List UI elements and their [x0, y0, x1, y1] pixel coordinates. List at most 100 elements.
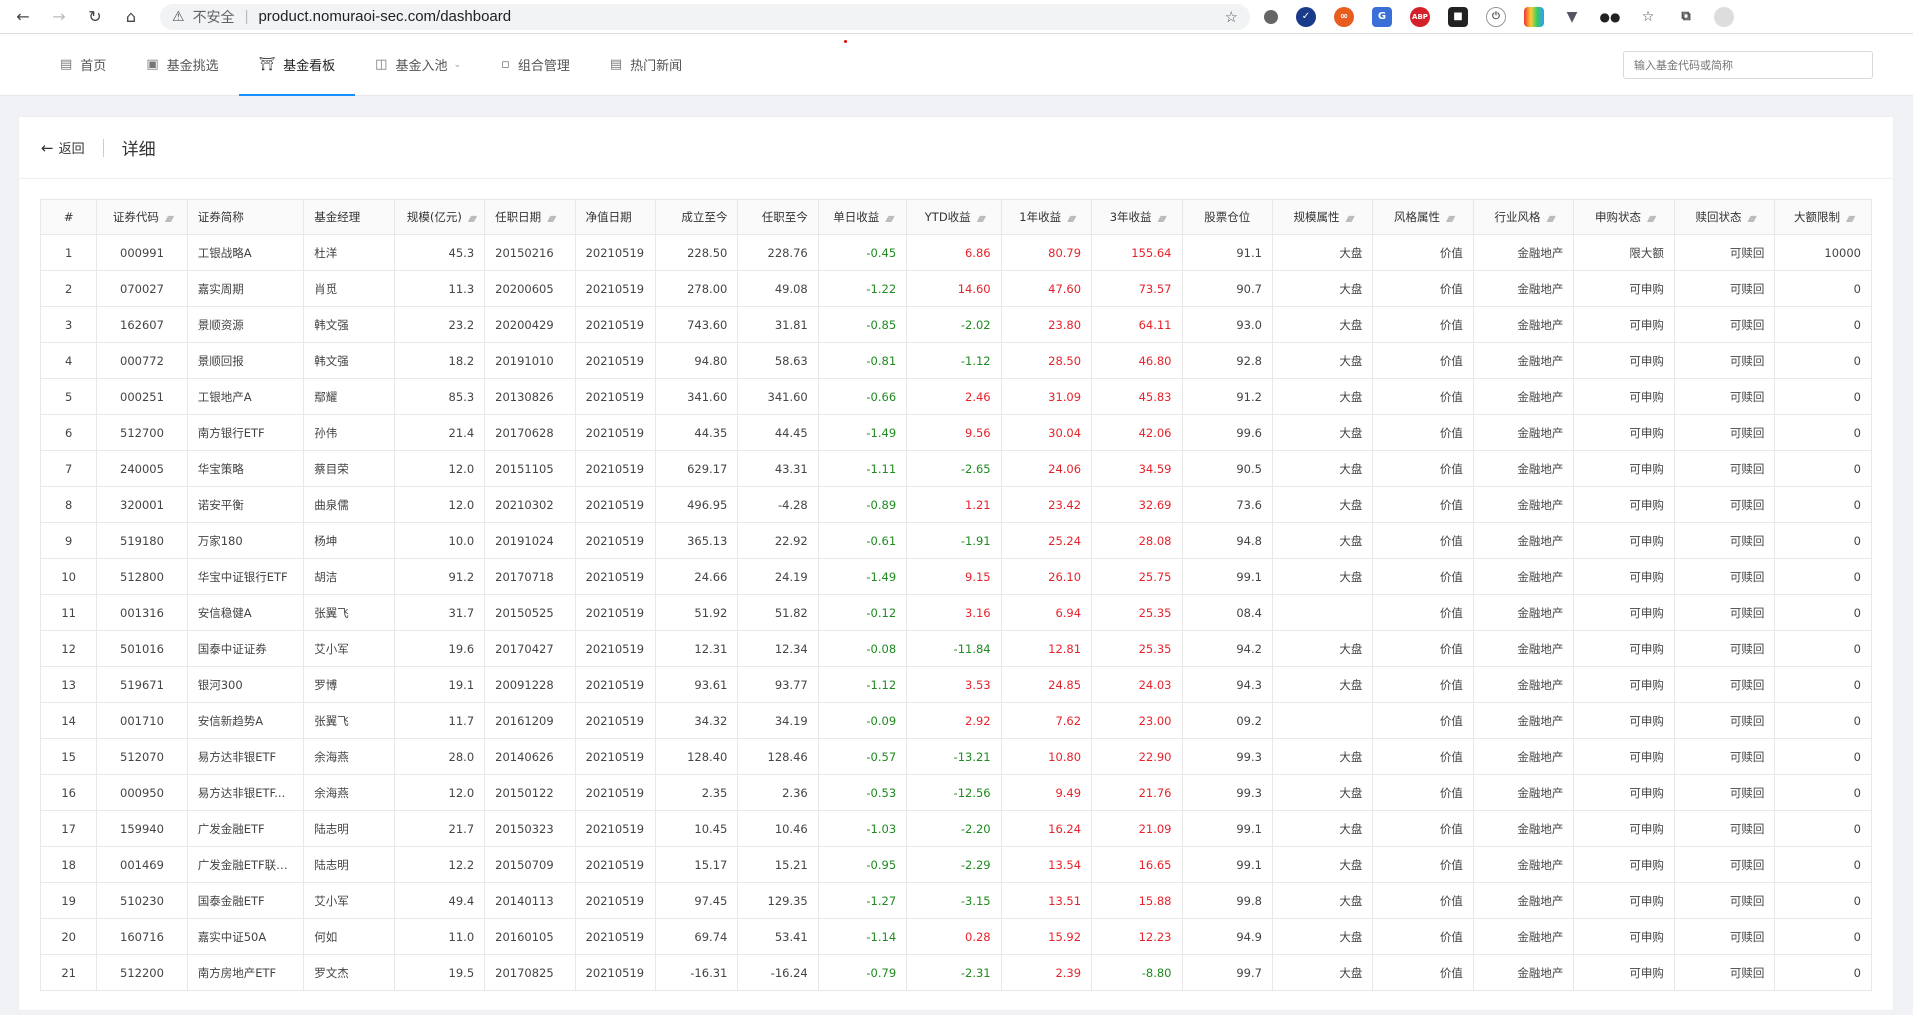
- nav-item-news[interactable]: ▤ 热门新闻: [590, 34, 702, 95]
- sort-caret-icon[interactable]: ▲▼: [1747, 214, 1756, 223]
- cell-style-attr: 价值: [1372, 306, 1474, 343]
- nav-item-fund-board[interactable]: ⛩ 基金看板: [238, 34, 356, 96]
- column-header-industry-style[interactable]: 行业风格 ▲▼: [1472, 199, 1575, 235]
- cell-nav-date: 20210519: [574, 846, 656, 883]
- extension-translate-icon[interactable]: G: [1372, 6, 1392, 27]
- cell-redeem-status: 可赎回: [1673, 846, 1776, 883]
- extension-v-icon[interactable]: ▼: [1562, 6, 1582, 27]
- cell-redeem-status: 可赎回: [1673, 234, 1776, 271]
- table-row[interactable]: 5 000251 工银地产A 鄢耀 85.3 20130826 20210519 341.60…: [39, 378, 1872, 415]
- cell-equity-position: 99.8: [1181, 882, 1273, 919]
- cell-daily-return: -0.66: [817, 378, 908, 415]
- column-header-style-attr[interactable]: 风格属性 ▲▼: [1372, 199, 1474, 235]
- cell-appoint-date: 20210302: [484, 486, 576, 523]
- table-row[interactable]: 20 160716 嘉实中证50A 何如 11.0 20160105 20210519 69.…: [39, 918, 1872, 955]
- extension-glasses-icon[interactable]: ●●: [1600, 6, 1620, 27]
- cell-large-limit: 0: [1774, 378, 1872, 415]
- cell-nav-date: 20210519: [574, 594, 656, 631]
- table-row[interactable]: 13 519671 银河300 罗博 19.1 20091228 20210519 93.61…: [39, 666, 1872, 703]
- extension-check-icon[interactable]: ✓: [1296, 6, 1316, 27]
- sort-caret-icon[interactable]: ▲▼: [1647, 214, 1656, 223]
- home-icon[interactable]: ⌂: [116, 4, 146, 30]
- table-row[interactable]: 12 501016 国泰中证证券 艾小军 19.6 20170427 20210519 12.…: [39, 630, 1872, 667]
- sort-caret-icon[interactable]: ▲▼: [1446, 214, 1455, 223]
- cell-daily-return: -0.95: [817, 846, 908, 883]
- cell-since-appointment: 228.76: [737, 234, 819, 271]
- cell-ytd-return: 9.56: [906, 414, 1002, 451]
- column-header-size-attr[interactable]: 规模属性 ▲▼: [1271, 199, 1374, 235]
- nav-item-fund-select[interactable]: ▣ 基金挑选: [126, 34, 238, 95]
- table-row[interactable]: 16 000950 易方达非银ETF... 余海燕 12.0 20150122 202105…: [39, 774, 1872, 811]
- cell-equity-position: 94.3: [1181, 666, 1273, 703]
- table-row[interactable]: 10 512800 华宝中证银行ETF 胡洁 91.2 20170718 20210519 2…: [39, 558, 1872, 595]
- profile-avatar[interactable]: [1714, 6, 1734, 27]
- collections-icon[interactable]: ⧉: [1676, 6, 1696, 27]
- cell-1y-return: 15.92: [1000, 918, 1093, 955]
- table-row[interactable]: 14 001710 安信新趋势A 张翼飞 11.7 20161209 20210519 34.…: [39, 702, 1872, 739]
- column-header-large-limit[interactable]: 大额限制 ▲▼: [1774, 199, 1872, 235]
- nav-item-portfolio[interactable]: ▫ 组合管理: [481, 34, 590, 95]
- sort-caret-icon[interactable]: ▲▼: [1846, 214, 1855, 223]
- nav-item-home[interactable]: ▤ 首页: [40, 34, 126, 95]
- table-row[interactable]: 17 159940 广发金融ETF 陆志明 21.7 20150323 20210519 10…: [39, 810, 1872, 847]
- sort-caret-icon[interactable]: ▲▼: [1158, 214, 1167, 223]
- column-header-code[interactable]: 证券代码 ▲▼: [96, 199, 188, 235]
- cell-name: 诺安平衡: [186, 486, 305, 523]
- extension-game-icon[interactable]: ■: [1448, 6, 1468, 27]
- column-header-appoint-date[interactable]: 任职日期 ▲▼: [484, 199, 576, 235]
- cell-code: 159940: [96, 810, 188, 847]
- table-row[interactable]: 2 070027 嘉实周期 肖觅 11.3 20200605 20210519 278.00 4…: [39, 270, 1872, 307]
- sort-caret-icon[interactable]: ▲▼: [468, 214, 477, 223]
- extension-infinity-icon[interactable]: ∞: [1334, 6, 1354, 27]
- cell-index: 12: [39, 630, 98, 667]
- table-row[interactable]: 21 512200 南方房地产ETF 罗文杰 19.5 20170825 20210519-…: [39, 954, 1872, 991]
- cell-name: 景顺资源: [186, 306, 305, 343]
- address-bar[interactable]: ⚠ 不安全 | product.nomuraoi-sec.com/dashboa…: [160, 3, 1250, 30]
- reload-icon[interactable]: ↻: [80, 4, 110, 30]
- sort-caret-icon[interactable]: ▲▼: [1546, 214, 1555, 223]
- table-row[interactable]: 19 510230 国泰金融ETF 艾小军 49.4 20140113 20210519 97…: [39, 882, 1872, 919]
- column-header-scale[interactable]: 规模(亿元) ▲▼: [393, 199, 486, 235]
- cell-daily-return: -0.12: [817, 594, 908, 631]
- table-row[interactable]: 11 001316 安信稳健A 张翼飞 31.7 20150525 20210519 51.9…: [39, 594, 1872, 631]
- fund-search-input[interactable]: [1623, 51, 1873, 79]
- extension-circle-icon[interactable]: [1264, 9, 1278, 24]
- column-header-1y-return[interactable]: 1年收益 ▲▼: [1000, 199, 1093, 235]
- cell-large-limit: 0: [1774, 774, 1872, 811]
- table-row[interactable]: 4 000772 景顺回报 韩文强 18.2 20191010 20210519 94.80 5…: [39, 342, 1872, 379]
- extension-power-icon[interactable]: ⏻: [1486, 6, 1506, 27]
- column-header-3y-return[interactable]: 3年收益 ▲▼: [1091, 199, 1183, 235]
- column-header-redeem-status[interactable]: 赎回状态 ▲▼: [1673, 199, 1776, 235]
- column-header-daily-return[interactable]: 单日收益 ▲▼: [817, 199, 908, 235]
- cell-scale: 21.7: [393, 810, 486, 847]
- column-header-ytd-return[interactable]: YTD收益 ▲▼: [906, 199, 1002, 235]
- sort-caret-icon[interactable]: ▲▼: [885, 214, 894, 223]
- table-row[interactable]: 3 162607 景顺资源 韩文强 23.2 20200429 20210519 743.60…: [39, 306, 1872, 343]
- cell-style-attr: 价值: [1372, 846, 1474, 883]
- back-button[interactable]: ← 返回: [41, 138, 85, 158]
- cell-nav-date: 20210519: [574, 378, 656, 415]
- extension-color-icon[interactable]: [1524, 6, 1544, 27]
- table-row[interactable]: 9 519180 万家180 杨坤 10.0 20191024 20210519 365.13…: [39, 522, 1872, 559]
- sort-caret-icon[interactable]: ▲▼: [547, 214, 556, 223]
- sort-caret-icon[interactable]: ▲▼: [977, 214, 986, 223]
- table-row[interactable]: 1 000991 工银战略A 杜洋 45.3 20150216 20210519 228.50…: [39, 234, 1872, 271]
- nav-item-fund-pool[interactable]: ◫ 基金入池 ⌄: [355, 34, 481, 95]
- sort-caret-icon[interactable]: ▲▼: [1346, 214, 1355, 223]
- forward-arrow-icon[interactable]: →: [44, 4, 74, 30]
- column-header-subscribe-status[interactable]: 申购状态 ▲▼: [1573, 199, 1675, 235]
- table-row[interactable]: 18 001469 广发金融ETF联接A 陆志明 12.2 20150709 2021051…: [39, 846, 1872, 883]
- table-row[interactable]: 6 512700 南方银行ETF 孙伟 21.4 20170628 20210519 44.3…: [39, 414, 1872, 451]
- table-row[interactable]: 15 512070 易方达非银ETF 余海燕 28.0 20140626 20210519 1…: [39, 738, 1872, 775]
- cell-manager: 杜洋: [303, 234, 395, 271]
- table-row[interactable]: 7 240005 华宝策略 蔡目荣 12.0 20151105 20210519 629.17…: [39, 450, 1872, 487]
- back-arrow-icon[interactable]: ←: [8, 4, 38, 30]
- table-row[interactable]: 8 320001 诺安平衡 曲泉儒 12.0 20210302 20210519 496.95…: [39, 486, 1872, 523]
- favorites-star-icon[interactable]: ☆: [1638, 6, 1658, 27]
- bookmark-star-icon[interactable]: ☆: [1225, 8, 1238, 26]
- cell-index: 4: [39, 342, 98, 379]
- extension-abp-icon[interactable]: ABP: [1410, 6, 1430, 27]
- cell-industry-style: 金融地产: [1472, 306, 1575, 343]
- sort-caret-icon[interactable]: ▲▼: [1067, 214, 1076, 223]
- sort-caret-icon[interactable]: ▲▼: [165, 214, 174, 223]
